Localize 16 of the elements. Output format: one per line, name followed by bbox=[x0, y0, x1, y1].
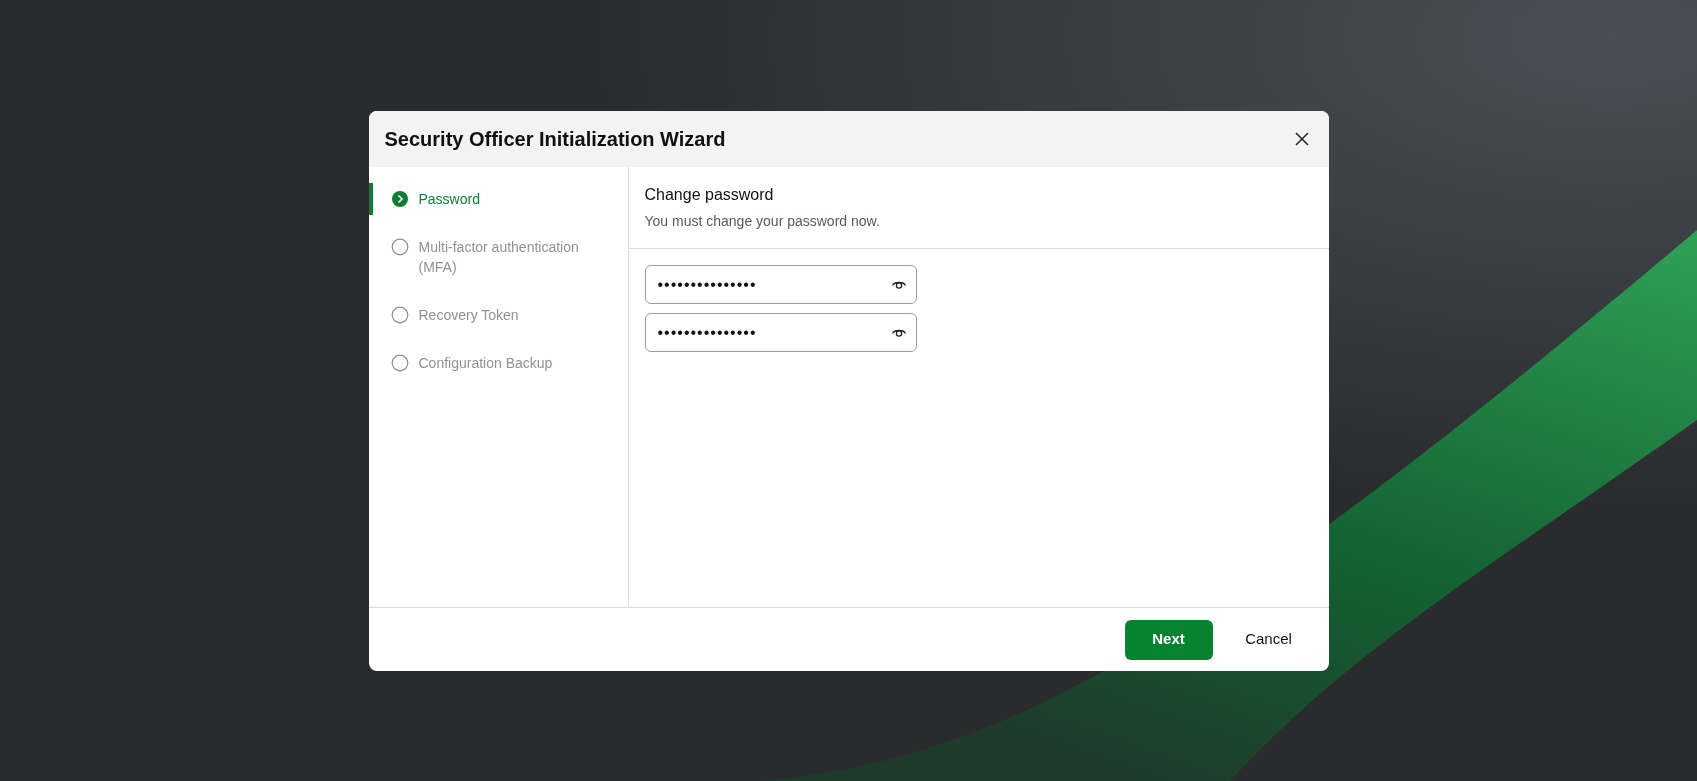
circle-icon bbox=[390, 238, 409, 256]
chevron-icon bbox=[390, 190, 409, 208]
password-field[interactable]: ••••••••••••••• bbox=[644, 265, 917, 304]
wizard-step[interactable]: Multi-factor authentication (MFA) bbox=[368, 231, 628, 283]
circle-icon bbox=[390, 306, 409, 324]
cancel-button[interactable]: Cancel bbox=[1224, 619, 1313, 660]
next-button[interactable]: Next bbox=[1124, 619, 1213, 660]
close-icon bbox=[1294, 132, 1309, 146]
circle-icon bbox=[390, 354, 409, 372]
wizard-step[interactable]: Password bbox=[368, 183, 628, 215]
wizard-step[interactable]: Recovery Token bbox=[368, 299, 628, 331]
dialog-title: Security Officer Initialization Wizard bbox=[384, 127, 726, 152]
section-title: Change password bbox=[644, 185, 775, 205]
password-field[interactable]: ••••••••••••••• bbox=[644, 313, 917, 352]
wizard-step[interactable]: Configuration Backup bbox=[368, 347, 628, 379]
section-subtitle: You must change your password now. bbox=[644, 212, 881, 231]
